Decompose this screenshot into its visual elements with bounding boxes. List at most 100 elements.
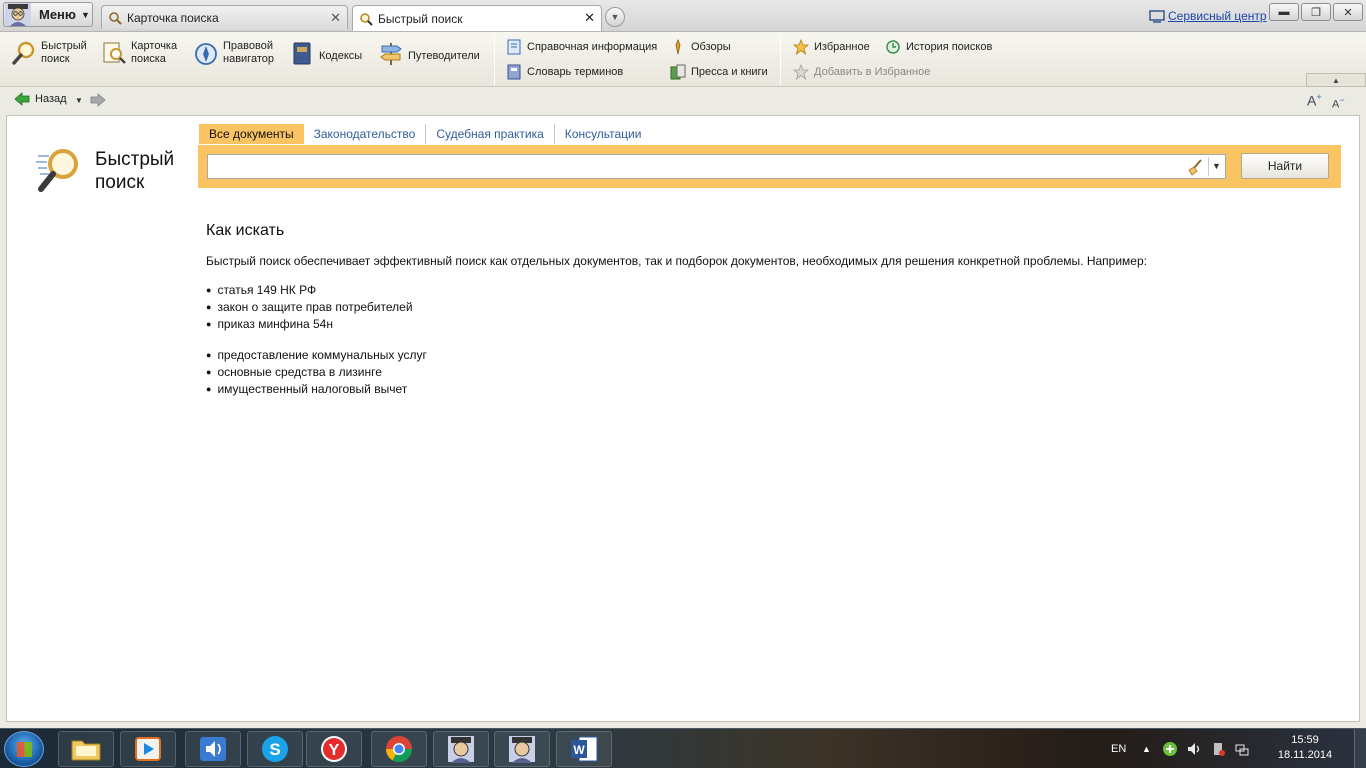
yandex-browser-icon: Y: [321, 736, 347, 762]
tray-update-icon[interactable]: [1162, 729, 1178, 768]
tab-quick-search[interactable]: Быстрый поиск ✕: [352, 5, 602, 31]
search-scope-tabs: Все документы Законодательство Судебная …: [199, 124, 651, 144]
page-title-line: поиск: [95, 172, 145, 193]
taskbar-chrome[interactable]: [371, 731, 427, 767]
toolbar-glossary[interactable]: Словарь терминов: [506, 64, 623, 80]
example-item: приказ минфина 54н: [206, 316, 1346, 333]
toolbar-press[interactable]: Пресса и книги: [670, 64, 768, 80]
toolbar-quick-search[interactable]: Быстрый поиск: [11, 40, 87, 66]
tab-label: Быстрый поиск: [378, 11, 463, 26]
toolbar-label: История поисков: [906, 41, 993, 53]
toolbar-label: поиска: [131, 53, 166, 65]
system-clock[interactable]: 15:59 18.11.2014: [1270, 733, 1340, 763]
toolbar-search-card[interactable]: Карточка поиска: [101, 40, 177, 66]
start-button[interactable]: [4, 731, 44, 767]
toolbar-label: Обзоры: [691, 41, 731, 53]
clear-broom-icon[interactable]: [1186, 158, 1204, 176]
professor-avatar-icon: [5, 3, 31, 26]
example-item: закон о защите прав потребителей: [206, 299, 1346, 316]
toolbar-label: Быстрый: [41, 40, 87, 52]
taskbar-yandex-browser[interactable]: Y: [306, 731, 362, 767]
usb-device-icon[interactable]: [1210, 729, 1226, 768]
decrease-font-icon[interactable]: A−: [1332, 95, 1345, 111]
toolbar-label: Избранное: [814, 41, 870, 53]
show-desktop-button[interactable]: [1354, 729, 1366, 768]
taskbar-speaker-app[interactable]: [185, 731, 241, 767]
toolbar-favorites[interactable]: Избранное: [793, 39, 870, 55]
clock-time: 15:59: [1291, 734, 1319, 746]
toolbar-add-favorites[interactable]: Добавить в Избранное: [793, 64, 930, 80]
taskbar-consultant-1[interactable]: [433, 731, 489, 767]
toolbar-label: Справочная информация: [527, 41, 658, 53]
close-window-button[interactable]: ✕: [1333, 3, 1363, 21]
toolbar-codes[interactable]: Кодексы: [289, 42, 363, 66]
taskbar-skype[interactable]: S: [247, 731, 303, 767]
volume-icon[interactable]: [1186, 729, 1202, 768]
chevron-down-icon[interactable]: ▼: [1208, 157, 1221, 176]
toolbar-reference-info[interactable]: Справочная информация: [506, 39, 657, 55]
example-item: основные средства в лизинге: [206, 364, 1346, 381]
star-add-icon: [793, 64, 809, 80]
page-title: Быстрый поиск: [95, 148, 174, 194]
arrow-left-icon: [14, 92, 30, 106]
network-icon[interactable]: [1234, 729, 1250, 768]
toolbar-label: Кодексы: [319, 49, 363, 62]
chrome-icon: [385, 736, 413, 763]
chevron-down-icon: ▼: [81, 9, 90, 20]
toolbar-reviews[interactable]: Обзоры: [670, 39, 731, 55]
taskbar-media-player[interactable]: [120, 731, 176, 767]
search-input[interactable]: [207, 154, 1226, 179]
reviews-icon: [675, 39, 681, 55]
taskbar-consultant-2[interactable]: [494, 731, 550, 767]
back-label: Назад: [35, 93, 67, 105]
glossary-icon: [507, 64, 521, 80]
toolbar-label: Пресса и книги: [691, 66, 768, 78]
book-icon: [293, 42, 311, 65]
main-toolbar: Быстрый поиск Карточка поиска Правовой нави…: [0, 32, 1366, 87]
toolbar-legal-navigator[interactable]: Правовой навигатор: [193, 40, 274, 66]
minimize-button[interactable]: ▬: [1269, 3, 1299, 21]
maximize-button[interactable]: ❐: [1301, 3, 1331, 21]
tab-consultations[interactable]: Консультации: [555, 124, 652, 144]
signpost-icon: [380, 43, 402, 65]
tabs-dropdown-button[interactable]: ▼: [605, 7, 625, 27]
collapse-toolbar-button[interactable]: ▲: [1306, 73, 1366, 87]
language-label: EN: [1111, 743, 1127, 755]
toolbar-search-history[interactable]: История поисков: [885, 39, 992, 55]
toolbar-separator: [494, 35, 495, 85]
close-icon[interactable]: ✕: [584, 10, 595, 26]
tab-legislation[interactable]: Законодательство: [304, 124, 427, 144]
arrow-right-icon[interactable]: [90, 93, 106, 107]
tab-search-card[interactable]: Карточка поиска ✕: [101, 5, 348, 29]
toolbar-label: Правовой: [223, 40, 273, 52]
language-indicator[interactable]: EN: [1111, 729, 1126, 768]
magnifier-icon: [109, 11, 122, 25]
media-player-icon: [135, 737, 161, 761]
tab-all-documents[interactable]: Все документы: [199, 124, 304, 144]
menu-button[interactable]: Меню ▼: [3, 2, 93, 27]
svg-text:Y: Y: [329, 742, 340, 759]
magnifier-icon: [360, 12, 373, 26]
svg-text:W: W: [573, 743, 585, 757]
show-hidden-icons-button[interactable]: ▲: [1142, 729, 1151, 768]
chevron-down-icon[interactable]: ▼: [75, 96, 83, 105]
example-item: предоставление коммунальных услуг: [206, 347, 1346, 364]
service-center-label: Сервисный центр: [1168, 9, 1267, 23]
back-button[interactable]: Назад: [14, 92, 67, 106]
example-item: статья 149 НК РФ: [206, 282, 1346, 299]
tab-court-practice[interactable]: Судебная практика: [426, 124, 555, 144]
toolbar-guides[interactable]: Путеводители: [378, 43, 480, 66]
reference-info-icon: [507, 39, 521, 55]
press-books-icon: [670, 64, 686, 80]
service-center-link[interactable]: Сервисный центр: [1149, 9, 1267, 23]
search-history-dropdown[interactable]: ▼: [1186, 156, 1224, 177]
find-button[interactable]: Найти: [1241, 153, 1329, 179]
word-icon: W: [571, 736, 598, 762]
svg-text:S: S: [269, 740, 280, 759]
increase-font-icon[interactable]: A+: [1307, 92, 1322, 109]
taskbar-explorer[interactable]: [58, 731, 114, 767]
taskbar-word[interactable]: W: [556, 731, 612, 767]
folder-icon: [71, 740, 101, 761]
close-icon[interactable]: ✕: [330, 10, 341, 26]
menu-label: Меню: [39, 7, 77, 22]
